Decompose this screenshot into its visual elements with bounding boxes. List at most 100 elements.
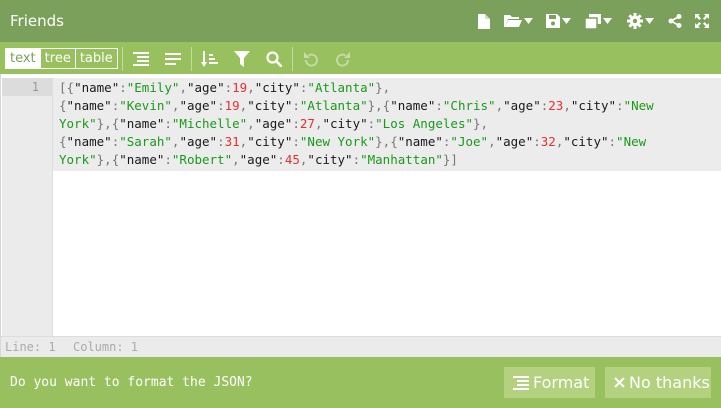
json-punctuation: }] [442, 152, 458, 167]
json-key: "city" [307, 152, 353, 167]
close-icon [614, 377, 625, 388]
json-punctuation: },{ [96, 116, 120, 131]
json-punctuation: : [292, 116, 300, 131]
json-punctuation: : [224, 80, 233, 95]
compact-icon[interactable] [162, 48, 184, 70]
json-key: "age" [503, 98, 541, 113]
format-button[interactable]: Format [504, 367, 595, 398]
json-key: "name" [397, 134, 443, 149]
json-number: 27 [299, 116, 315, 131]
json-punctuation: , [179, 80, 187, 95]
json-punctuation: : [608, 134, 617, 149]
copy-icon[interactable] [579, 11, 617, 31]
json-punctuation: },{ [375, 134, 398, 149]
json-punctuation: : [164, 116, 172, 131]
code-line: {"name":"Sarah","age":31,"city":"New Yor… [59, 134, 646, 149]
mode-table-button[interactable]: table [74, 49, 117, 68]
no-thanks-button[interactable]: No thanks [605, 367, 711, 398]
json-string: "New [623, 98, 654, 113]
title-bar-actions [473, 11, 713, 31]
json-key: "name" [119, 116, 165, 131]
json-punctuation: : [277, 152, 285, 167]
code-content[interactable]: [{"name":"Emily","age":19,"city":"Atlant… [53, 78, 721, 171]
mode-tree-button[interactable]: tree [39, 49, 75, 68]
code-line: York"},{"name":"Robert","age":45,"city":… [59, 152, 458, 167]
json-punctuation: },{ [96, 152, 120, 167]
json-number: 23 [548, 98, 564, 113]
json-punctuation: : [435, 98, 443, 113]
code-line: York"},{"name":"Michelle","age":27,"city… [59, 116, 488, 131]
format-icon [513, 375, 529, 390]
sort-icon[interactable] [199, 48, 221, 70]
json-key: "name" [390, 98, 436, 113]
format-icon[interactable] [130, 48, 152, 70]
json-punctuation: : [292, 98, 300, 113]
search-icon[interactable] [263, 48, 285, 70]
code-line: {"name":"Kevin","age":19,"city":"Atlanta… [59, 98, 654, 113]
json-punctuation: { [59, 134, 67, 149]
json-punctuation: , [488, 134, 496, 149]
json-key: "age" [495, 134, 534, 149]
json-key: "name" [119, 152, 165, 167]
code-line: [{"name":"Emily","age":19,"city":"Atlant… [59, 80, 390, 95]
json-punctuation: , [232, 152, 240, 167]
format-button-label: Format [533, 373, 590, 392]
json-punctuation: [{ [59, 80, 75, 95]
json-key: "city" [570, 98, 617, 113]
fullscreen-icon[interactable] [691, 11, 713, 31]
status-column: Column: 1 [73, 340, 139, 354]
redo-icon[interactable] [332, 48, 354, 70]
json-key: "city" [247, 134, 293, 149]
json-string: York" [59, 152, 97, 167]
new-file-icon[interactable] [473, 11, 495, 31]
open-folder-icon[interactable] [499, 11, 537, 31]
json-key: "age" [254, 116, 293, 131]
json-string: "Los Angeles" [375, 116, 473, 131]
json-punctuation: }, [473, 116, 489, 131]
filter-icon[interactable] [231, 48, 253, 70]
toolbar-divider [122, 47, 123, 71]
code-editor[interactable]: 1 [{"name":"Emily","age":19,"city":"Atla… [0, 74, 721, 357]
format-prompt-bar: Do you want to format the JSON? Format N… [0, 357, 721, 408]
json-string: "New [616, 134, 647, 149]
json-key: "age" [179, 98, 218, 113]
window-title: Friends [10, 12, 64, 30]
json-punctuation: : [616, 98, 624, 113]
undo-icon[interactable] [300, 48, 322, 70]
save-icon[interactable] [541, 11, 575, 31]
json-key: "age" [239, 152, 278, 167]
json-punctuation: : [217, 98, 225, 113]
no-thanks-button-label: No thanks [629, 373, 710, 392]
format-prompt-message: Do you want to format the JSON? [10, 375, 253, 390]
json-string: "Atlanta" [299, 98, 368, 113]
json-punctuation: : [164, 152, 172, 167]
json-punctuation: { [59, 98, 67, 113]
json-number: 19 [232, 80, 248, 95]
json-punctuation: }, [375, 80, 391, 95]
json-string: "Kevin" [119, 98, 172, 113]
json-punctuation: , [247, 116, 255, 131]
json-punctuation: : [352, 152, 361, 167]
toolbar-divider [191, 47, 192, 71]
json-string: "Michelle" [171, 116, 248, 131]
line-gutter: 1 [2, 78, 53, 336]
share-icon[interactable] [663, 11, 687, 31]
json-key: "name" [66, 98, 112, 113]
json-key: "age" [186, 80, 225, 95]
json-punctuation: , [563, 98, 571, 113]
mode-switcher: text tree table [5, 48, 118, 69]
json-key: "name" [66, 134, 112, 149]
status-line: Line: 1 [5, 340, 56, 354]
json-key: "city" [247, 98, 293, 113]
settings-icon[interactable] [621, 11, 659, 31]
json-number: 32 [540, 134, 556, 149]
json-punctuation: , [495, 98, 504, 113]
json-string: "Emily" [126, 80, 180, 95]
json-key: "city" [322, 116, 368, 131]
json-string: "Robert" [171, 152, 233, 167]
active-line-highlight [2, 78, 52, 96]
mode-text-button[interactable]: text [6, 49, 40, 68]
json-string: "Sarah" [119, 134, 172, 149]
json-string: "Joe" [450, 134, 489, 149]
tool-group [120, 47, 359, 71]
